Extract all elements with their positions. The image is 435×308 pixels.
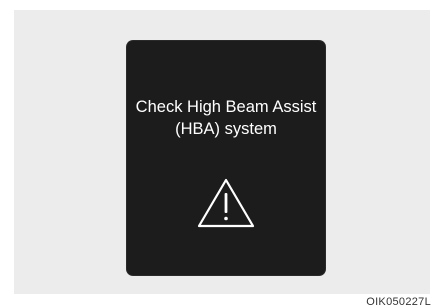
- figure-code: OIK050227L: [366, 296, 431, 308]
- figure-frame: Check High Beam Assist (HBA) system OIK0…: [0, 0, 435, 308]
- cluster-display: Check High Beam Assist (HBA) system: [127, 41, 325, 275]
- warning-message-line2: (HBA) system: [175, 120, 277, 138]
- warning-message-line1: Check High Beam Assist: [135, 98, 317, 116]
- warning-triangle-icon: [197, 178, 255, 228]
